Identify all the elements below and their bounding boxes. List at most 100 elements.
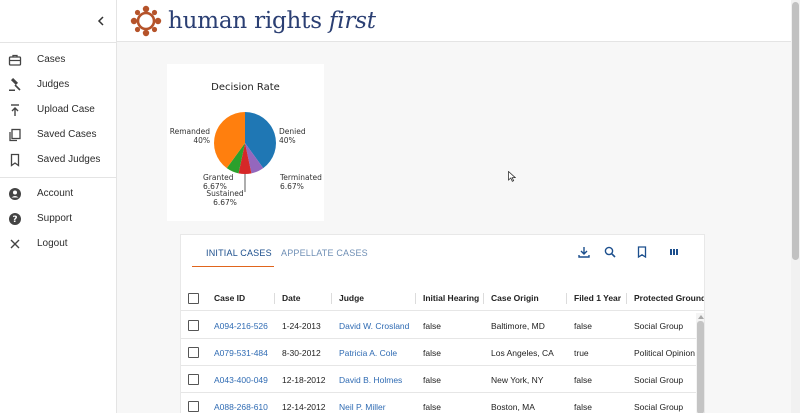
judge-link[interactable]: Neil P. Miller: [339, 393, 386, 413]
column-separator: [331, 293, 332, 304]
sidebar-item-upload-case[interactable]: Upload Case: [0, 97, 117, 122]
sidebar-item-cases[interactable]: Cases: [0, 47, 117, 72]
cell-initial-hearing: false: [423, 320, 441, 331]
decision-rate-chart-card: Decision Rate Denied 40% Terminated 6.67% Su…: [167, 64, 324, 221]
row-checkbox[interactable]: [188, 320, 199, 331]
cell-protected-ground: Political Opinion: [634, 347, 695, 358]
brand-logo[interactable]: human rights first: [130, 5, 376, 37]
sidebar-item-label: Judges: [37, 79, 70, 90]
sidebar-item-support[interactable]: ? Support: [0, 206, 117, 231]
cell-date: 8-30-2012: [282, 347, 321, 358]
upload-icon: [8, 103, 22, 117]
brand-name: human rights first: [168, 8, 376, 34]
cell-date: 12-14-2012: [282, 401, 326, 412]
pie-value-label: 6.67%: [213, 198, 237, 207]
table-scrollbar[interactable]: [696, 313, 704, 413]
page-scrollbar-thumb[interactable]: [792, 2, 799, 260]
close-icon: [8, 237, 22, 251]
table-header: Case ID Date Judge Initial Hearing Case …: [181, 285, 704, 311]
sidebar-item-label: Support: [37, 213, 73, 224]
tab-initial-cases[interactable]: INITIAL CASES: [206, 248, 272, 268]
cell-initial-hearing: false: [423, 374, 441, 385]
sidebar-item-account[interactable]: Account: [0, 181, 117, 206]
column-separator: [274, 293, 275, 304]
sidebar-divider: [0, 177, 117, 178]
row-checkbox[interactable]: [188, 374, 199, 385]
cell-filed-1-year: true: [574, 347, 589, 358]
columns-button[interactable]: [666, 244, 682, 260]
pie-value-label: 40%: [193, 136, 210, 145]
saved-cases-icon: [8, 128, 22, 142]
sidebar-item-saved-cases[interactable]: Saved Cases: [0, 122, 117, 147]
chevron-left-icon: [97, 16, 104, 26]
cell-filed-1-year: false: [574, 320, 592, 331]
cell-date: 1-24-2013: [282, 320, 321, 331]
download-icon: [578, 247, 590, 258]
bookmark-icon: [8, 153, 22, 167]
column-header-protected-ground[interactable]: Protected Ground: [634, 285, 704, 311]
row-checkbox[interactable]: [188, 347, 199, 358]
column-separator: [415, 293, 416, 304]
cell-filed-1-year: false: [574, 401, 592, 412]
cases-table-card: INITIAL CASES APPELLATE CASES Case ID Da…: [180, 234, 705, 413]
cell-protected-ground: Social Group: [634, 320, 684, 331]
table-row[interactable]: A094-216-526 1-24-2013 David W. Crosland…: [181, 312, 704, 339]
sidebar-item-label: Upload Case: [37, 104, 95, 115]
app-header: human rights first: [117, 0, 800, 42]
column-header-case-id[interactable]: Case ID: [214, 285, 245, 311]
judge-link[interactable]: David B. Holmes: [339, 366, 402, 393]
bookmark-icon: [637, 246, 647, 258]
cell-filed-1-year: false: [574, 374, 592, 385]
column-separator: [566, 293, 567, 304]
judge-link[interactable]: David W. Crosland: [339, 312, 409, 339]
brand-mark-icon: [130, 5, 162, 37]
sidebar-item-logout[interactable]: Logout: [0, 231, 117, 256]
svg-text:?: ?: [12, 215, 17, 225]
pie-value-label: 6.67%: [280, 182, 304, 191]
sidebar-item-label: Saved Cases: [37, 129, 97, 140]
case-id-link[interactable]: A043-400-049: [214, 366, 268, 393]
table-scrollbar-thumb[interactable]: [697, 321, 704, 413]
column-separator: [483, 293, 484, 304]
column-header-filed-1-year[interactable]: Filed 1 Year: [574, 285, 621, 311]
mouse-cursor-icon: [508, 171, 516, 182]
select-all-checkbox[interactable]: [188, 293, 199, 304]
case-id-link[interactable]: A079-531-484: [214, 339, 268, 366]
table-row[interactable]: A088-268-610 12-14-2012 Neil P. Miller f…: [181, 393, 704, 413]
page-scrollbar[interactable]: [791, 0, 800, 413]
cell-case-origin: New York, NY: [491, 374, 544, 385]
scroll-up-arrow-icon[interactable]: [698, 315, 704, 319]
cell-date: 12-18-2012: [282, 374, 326, 385]
sidebar-item-label: Saved Judges: [37, 154, 101, 165]
sidebar-item-saved-judges[interactable]: Saved Judges: [0, 147, 117, 172]
search-icon: [604, 246, 616, 258]
column-header-date[interactable]: Date: [282, 285, 300, 311]
pie-value-label: 40%: [279, 136, 296, 145]
download-button[interactable]: [576, 244, 592, 260]
pie-label: Remanded: [170, 127, 211, 136]
sidebar-item-label: Cases: [37, 54, 66, 65]
table-row[interactable]: A079-531-484 8-30-2012 Patricia A. Cole …: [181, 339, 704, 366]
cell-case-origin: Baltimore, MD: [491, 320, 545, 331]
tab-appellate-cases[interactable]: APPELLATE CASES: [281, 248, 368, 268]
pie-label: Denied: [279, 127, 306, 136]
column-header-initial-hearing[interactable]: Initial Hearing: [423, 285, 479, 311]
cell-case-origin: Los Angeles, CA: [491, 347, 554, 358]
save-bookmark-button[interactable]: [634, 244, 650, 260]
case-id-link[interactable]: A088-268-610: [214, 393, 268, 413]
gavel-icon: [8, 77, 22, 92]
column-header-judge[interactable]: Judge: [339, 285, 364, 311]
column-header-case-origin[interactable]: Case Origin: [491, 285, 539, 311]
sidebar-item-judges[interactable]: Judges: [0, 72, 117, 97]
active-tab-indicator: [192, 266, 274, 267]
search-button[interactable]: [602, 244, 618, 260]
table-row[interactable]: A043-400-049 12-18-2012 David B. Holmes …: [181, 366, 704, 393]
sidebar-item-label: Account: [37, 188, 74, 199]
case-id-link[interactable]: A094-216-526: [214, 312, 268, 339]
sidebar-item-label: Logout: [37, 238, 68, 249]
column-separator: [626, 293, 627, 304]
cell-initial-hearing: false: [423, 401, 441, 412]
row-checkbox[interactable]: [188, 401, 199, 412]
collapse-sidebar-button[interactable]: [94, 14, 108, 28]
judge-link[interactable]: Patricia A. Cole: [339, 339, 397, 366]
